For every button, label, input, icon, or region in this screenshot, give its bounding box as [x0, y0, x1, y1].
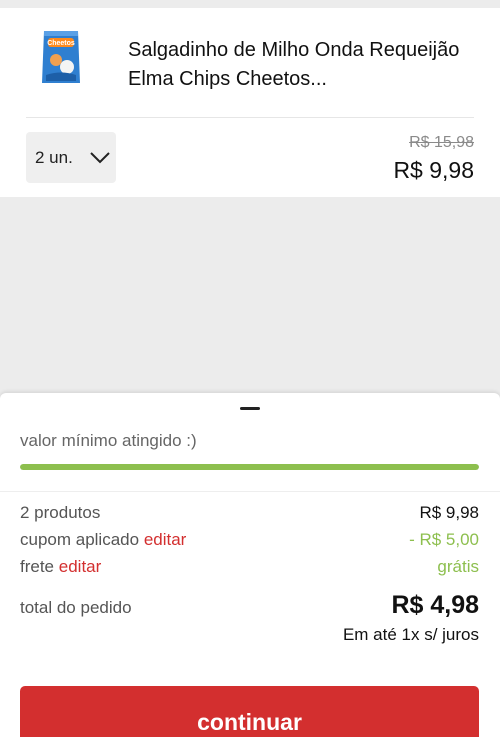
total-label: total do pedido	[20, 598, 132, 617]
shipping-value: grátis	[437, 557, 479, 576]
quantity-select[interactable]: 2 un.	[26, 132, 116, 183]
cart-item: Cheetos Salgadinho de Milho Onda Requeij…	[0, 8, 500, 197]
shipping-label: frete	[20, 557, 55, 576]
min-value-message: valor mínimo atingido :)	[20, 431, 197, 450]
progress-fill	[20, 464, 479, 470]
coupon-value: - R$ 5,00	[409, 530, 479, 549]
order-summary-sheet: valor mínimo atingido :) 2 produtos R$ 9…	[0, 393, 500, 737]
edit-coupon-link[interactable]: editar	[144, 530, 187, 549]
coupon-row: cupom aplicado editar - R$ 5,00	[20, 530, 479, 550]
top-strip	[0, 0, 500, 8]
installments-text: Em até 1x s/ juros	[342, 625, 479, 644]
svg-text:Cheetos: Cheetos	[47, 40, 75, 47]
chevron-down-icon	[89, 151, 111, 165]
current-price: R$ 9,98	[393, 157, 474, 183]
products-value: R$ 9,98	[419, 503, 479, 522]
drag-handle[interactable]	[240, 407, 260, 410]
product-name[interactable]: Salgadinho de Milho Onda Requeijão Elma …	[128, 36, 488, 94]
coupon-label-group: cupom aplicado editar	[20, 530, 186, 550]
min-value-progress	[20, 464, 479, 470]
quantity-value: 2 un.	[35, 147, 73, 167]
products-row: 2 produtos R$ 9,98	[20, 503, 479, 523]
total-row: total do pedido R$ 4,98	[20, 591, 479, 620]
continue-button[interactable]: continuar	[20, 686, 479, 737]
original-price: R$ 15,98	[409, 134, 474, 151]
divider	[26, 117, 474, 118]
products-label: 2 produtos	[20, 503, 101, 522]
edit-shipping-link[interactable]: editar	[59, 557, 102, 576]
total-value: R$ 4,98	[391, 591, 479, 619]
shipping-label-group: frete editar	[20, 557, 101, 577]
shipping-row: frete editar grátis	[20, 557, 479, 577]
cheetos-bag-icon[interactable]: Cheetos	[40, 28, 82, 86]
coupon-label: cupom aplicado	[20, 530, 140, 549]
divider	[0, 491, 500, 492]
